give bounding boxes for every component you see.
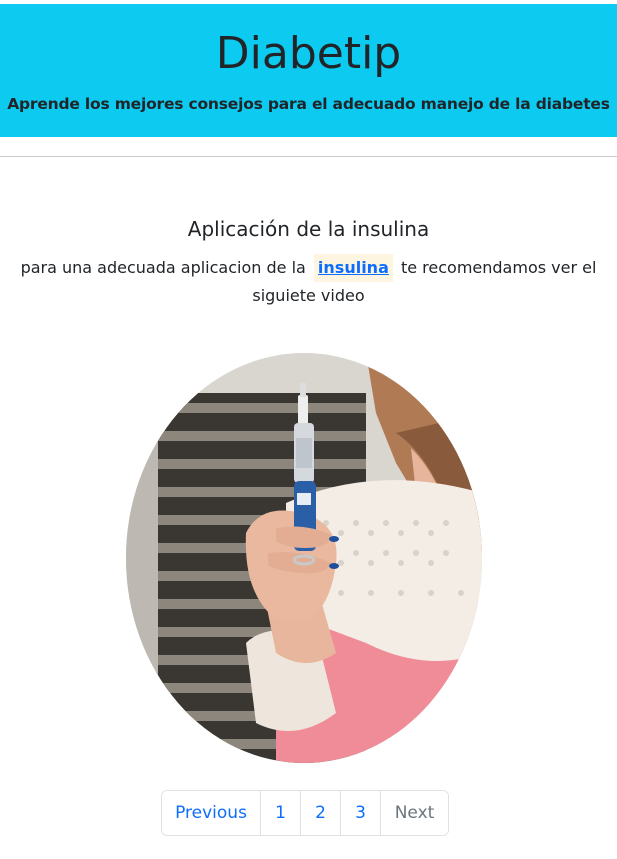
section-title: Aplicación de la insulina — [187, 217, 430, 241]
header-banner: Diabetip Aprende los mejores consejos pa… — [0, 4, 617, 137]
pagination-next-button[interactable]: Next — [381, 791, 448, 835]
insulina-link[interactable]: insulina — [313, 254, 393, 282]
site-subtitle: Aprende los mejores consejos para el ade… — [7, 95, 610, 113]
section-description: para una adecuada aplicacion de la insul… — [0, 254, 617, 310]
pagination-previous-button[interactable]: Previous — [162, 791, 261, 835]
divider — [0, 156, 617, 157]
description-text-before: para una adecuada aplicacion de la — [20, 258, 306, 277]
pagination-page-1[interactable]: 1 — [261, 791, 301, 835]
site-title: Diabetip — [215, 28, 402, 79]
page: Diabetip Aprende los mejores consejos pa… — [0, 0, 617, 859]
pagination-page-2[interactable]: 2 — [301, 791, 341, 835]
pagination: Previous 1 2 3 Next — [161, 790, 449, 836]
insulin-pen-photo — [126, 353, 482, 763]
pagination-page-3[interactable]: 3 — [341, 791, 381, 835]
